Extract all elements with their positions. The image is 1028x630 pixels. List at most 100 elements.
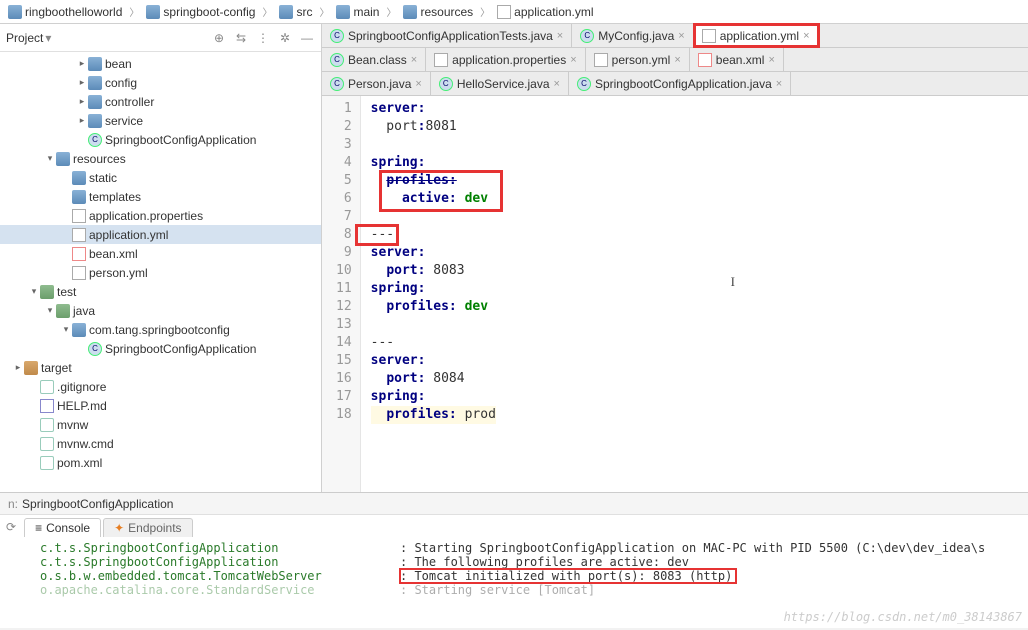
code-line[interactable]: server: [371,352,496,370]
breadcrumb-item[interactable]: main [332,5,383,19]
code-line[interactable]: spring: [371,388,496,406]
code-line[interactable]: spring: [371,280,496,298]
tree-item[interactable]: bean.xml [0,244,321,263]
close-icon[interactable]: × [678,30,684,42]
breadcrumb-item[interactable]: springboot-config [142,5,259,19]
code-line[interactable] [371,208,496,226]
editor-tab[interactable]: CMyConfig.java× [572,24,693,47]
run-config-name[interactable]: SpringbootConfigApplication [22,497,173,511]
tree-arrow-icon[interactable]: ▾ [60,324,72,335]
console-output[interactable]: c.t.s.SpringbootConfigApplication: Start… [0,539,1028,628]
tree-item[interactable]: HELP.md [0,396,321,415]
code-line[interactable]: port: 8084 [371,370,496,388]
editor-tab[interactable]: CPerson.java× [322,72,431,95]
locate-icon[interactable]: ⊕ [211,31,227,45]
code-line[interactable]: port: 8083 [371,262,496,280]
editor-tab[interactable]: application.yml× [694,24,819,47]
breadcrumb-item[interactable]: resources [399,5,477,19]
hide-icon[interactable]: — [299,31,315,45]
tree-label: HELP.md [57,399,107,413]
project-tree[interactable]: ▸bean▸config▸controller▸serviceCSpringbo… [0,52,321,492]
tree-item[interactable]: ▸ controller [0,92,321,111]
editor-tabs-row-1: CSpringbootConfigApplicationTests.java×C… [322,24,1028,48]
tree-label: controller [105,95,154,109]
tree-item[interactable]: mvnw [0,415,321,434]
editor-tab[interactable]: CHelloService.java× [431,72,569,95]
close-icon[interactable]: × [554,78,560,90]
java-icon: C [330,29,344,43]
breadcrumb-item[interactable]: ringboothelloworld [4,5,126,19]
code-editor[interactable]: 123456789101112131415161718 I server: po… [322,96,1028,492]
tree-arrow-icon[interactable]: ▾ [44,153,56,164]
tree-arrow-icon[interactable]: ▾ [28,286,40,297]
close-icon[interactable]: × [411,54,417,66]
tree-item[interactable]: CSpringbootConfigApplication [0,339,321,358]
tree-item[interactable]: ▾test [0,282,321,301]
tree-item[interactable]: person.yml [0,263,321,282]
collapse-icon[interactable]: ⋮ [255,31,271,45]
editor-tab[interactable]: CSpringbootConfigApplication.java× [569,72,791,95]
code-line[interactable]: profiles: dev [371,298,496,316]
code-line[interactable] [371,136,496,154]
debug-icon[interactable]: ⟳ [6,520,16,534]
tree-arrow-icon[interactable]: ▸ [12,362,24,373]
tree-arrow-icon[interactable]: ▸ [76,96,88,107]
code-line[interactable]: --- [371,334,496,352]
tree-label: java [73,304,95,318]
settings-icon[interactable]: ✲ [277,31,293,45]
tree-arrow-icon[interactable]: ▸ [76,77,88,88]
tree-item[interactable]: ▸target [0,358,321,377]
editor-tab[interactable]: CSpringbootConfigApplicationTests.java× [322,24,572,47]
code-line[interactable]: profiles: prod [371,406,496,424]
close-icon[interactable]: × [768,54,774,66]
breadcrumb-item[interactable]: application.yml [493,5,597,19]
run-icon: n: [8,497,18,511]
code-line[interactable]: profiles: [371,172,496,190]
java-icon: C [88,342,102,356]
close-icon[interactable]: × [674,54,680,66]
tree-item[interactable]: ▸service [0,111,321,130]
tree-item[interactable]: static [0,168,321,187]
tree-arrow-icon[interactable]: ▸ [76,58,88,69]
folder-icon [8,5,22,19]
editor-tab[interactable]: CBean.class× [322,48,426,71]
code-line[interactable]: spring: [371,154,496,172]
code-line[interactable]: active: dev [371,190,496,208]
code-line[interactable]: --- [371,226,496,244]
tree-item[interactable]: mvnw.cmd [0,434,321,453]
close-icon[interactable]: × [570,54,576,66]
editor-tab[interactable]: person.yml× [586,48,690,71]
breadcrumb-item[interactable]: src [275,5,316,19]
code-line[interactable]: server: [371,244,496,262]
xml-icon [72,247,86,261]
editor-tab[interactable]: application.properties× [426,48,586,71]
tree-item[interactable]: ▸bean [0,54,321,73]
tree-item[interactable]: application.properties [0,206,321,225]
tree-arrow-icon[interactable]: ▸ [76,115,88,126]
tree-item[interactable]: ▾ java [0,301,321,320]
java-icon: C [88,133,102,147]
tree-item[interactable]: templates [0,187,321,206]
close-icon[interactable]: × [415,78,421,90]
close-icon[interactable]: × [776,78,782,90]
tab-console[interactable]: ≡ Console [24,518,101,537]
tree-item[interactable]: pom.xml [0,453,321,472]
expand-icon[interactable]: ⇆ [233,31,249,45]
close-icon[interactable]: × [803,30,809,42]
code-line[interactable]: port:8081 [371,118,496,136]
tree-item[interactable]: application.yml [0,225,321,244]
folder-brown-icon [24,361,38,375]
tree-item[interactable]: ▾com.tang.springbootconfig [0,320,321,339]
tree-arrow-icon[interactable]: ▾ [44,305,56,316]
editor-tab[interactable]: bean.xml× [690,48,784,71]
tab-endpoints[interactable]: ✦ Endpoints [103,518,192,537]
tree-item[interactable]: ▸config [0,73,321,92]
tree-item[interactable]: CSpringbootConfigApplication [0,130,321,149]
close-icon[interactable]: × [557,30,563,42]
tree-item[interactable]: .gitignore [0,377,321,396]
tree-item[interactable]: ▾ resources [0,149,321,168]
endpoints-icon: ✦ [114,521,124,535]
code-line[interactable]: server: [371,100,496,118]
tree-label: resources [73,152,126,166]
code-line[interactable] [371,316,496,334]
